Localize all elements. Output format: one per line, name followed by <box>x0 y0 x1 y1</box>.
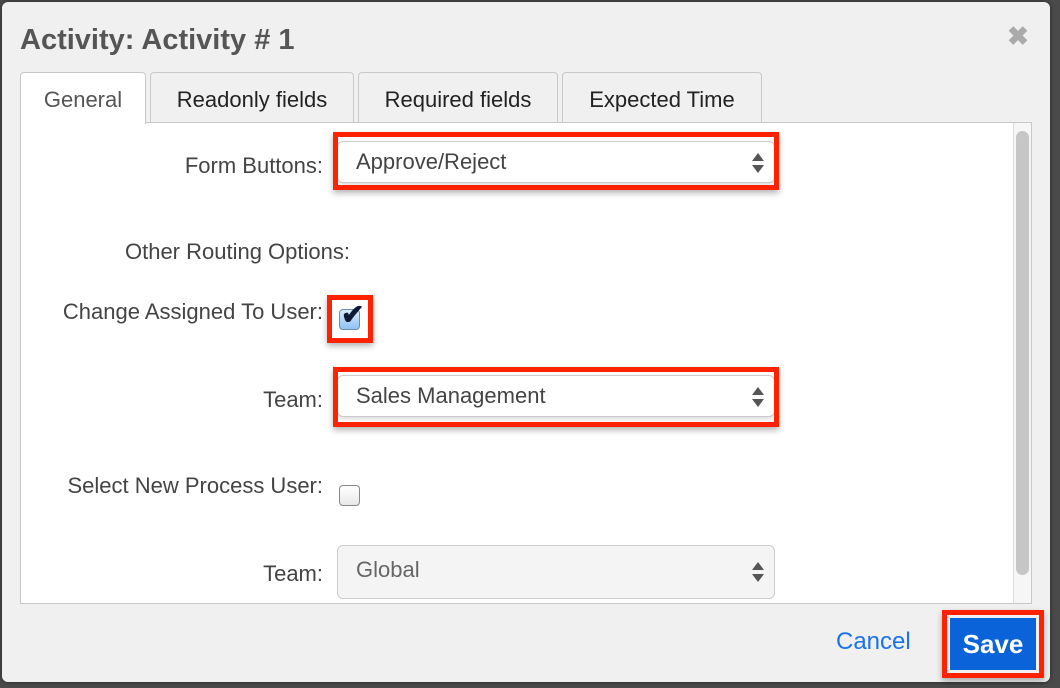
activity-dialog: Activity: Activity # 1 ✖ General Readonl… <box>2 2 1050 682</box>
tab-general[interactable]: General <box>20 72 146 124</box>
select-arrows-icon <box>752 562 764 582</box>
general-tab-panel: Form Buttons: Approve/Reject Other Routi… <box>20 122 1032 604</box>
process-user-team-value: Global <box>356 557 420 582</box>
select-new-process-user-checkbox[interactable] <box>339 485 360 506</box>
team-label: Team: <box>263 387 323 412</box>
form-buttons-label: Form Buttons: <box>184 153 323 178</box>
process-user-team-label: Team: <box>263 561 323 586</box>
tab-required-fields[interactable]: Required fields <box>358 72 558 122</box>
change-assigned-to-user-label: Change Assigned To User: <box>62 299 323 324</box>
cancel-button[interactable]: Cancel <box>836 628 911 656</box>
other-routing-options-label: Other Routing Options: <box>124 239 350 264</box>
team-highlight <box>333 367 779 427</box>
dialog-title: Activity: Activity # 1 <box>20 24 295 56</box>
form-buttons-highlight <box>333 132 779 190</box>
panel-scrollbar[interactable] <box>1013 123 1031 603</box>
scrollbar-thumb[interactable] <box>1016 131 1029 575</box>
close-icon[interactable]: ✖ <box>1006 23 1030 49</box>
save-highlight <box>942 610 1044 678</box>
change-assigned-highlight <box>327 295 373 343</box>
tab-expected-time[interactable]: Expected Time <box>562 72 762 122</box>
process-user-team-select[interactable]: Global <box>337 545 775 599</box>
tab-readonly-fields[interactable]: Readonly fields <box>150 72 354 122</box>
select-new-process-user-label: Select New Process User: <box>67 473 323 498</box>
